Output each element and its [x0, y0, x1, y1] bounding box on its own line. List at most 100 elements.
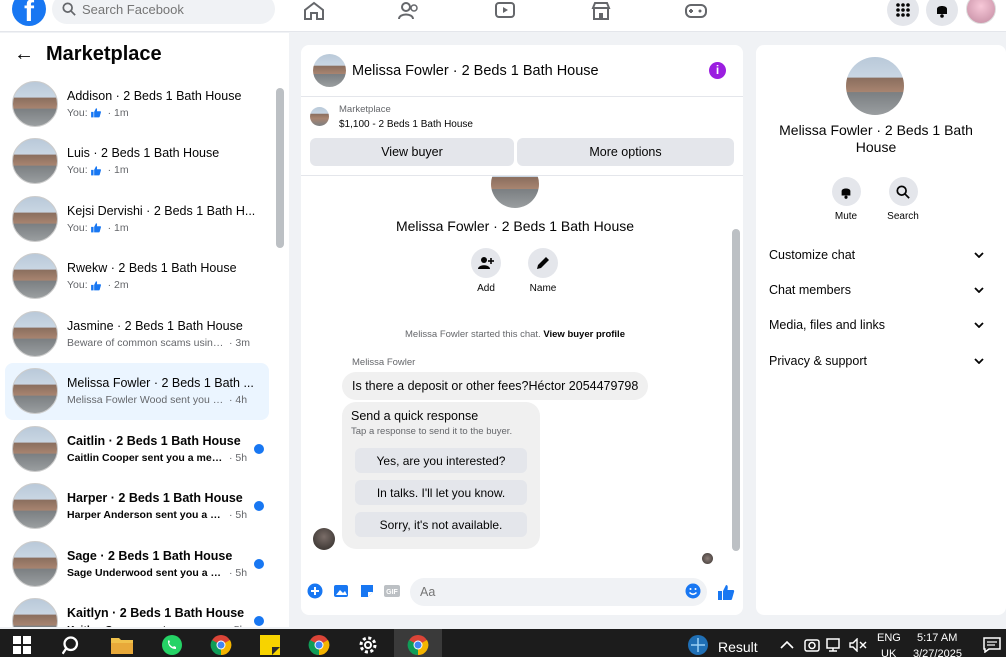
- message-time: · 5h: [229, 451, 248, 464]
- conversation-preview: Beware of common scams using ... · 3m: [67, 337, 257, 349]
- conversation-item[interactable]: Sage · 2 Beds 1 Bath House Sage Underwood…: [5, 535, 269, 593]
- mute-button[interactable]: Mute: [821, 177, 871, 222]
- facebook-logo[interactable]: f: [12, 0, 46, 28]
- privacy-support-row[interactable]: Privacy & support: [769, 351, 984, 371]
- file-explorer-icon[interactable]: [110, 633, 134, 657]
- search-input[interactable]: [82, 1, 262, 17]
- view-buyer-button[interactable]: View buyer: [310, 138, 514, 166]
- conversation-item[interactable]: Rwekw · 2 Beds 1 Bath House You: · 2m: [5, 248, 269, 306]
- plus-circle-icon[interactable]: [307, 583, 323, 599]
- chat-header-avatar[interactable]: [313, 54, 346, 87]
- message-prefix: You:: [67, 164, 88, 177]
- marketplace-header: ← Marketplace: [14, 43, 162, 66]
- conversation-preview: Sage Underwood sent you a m... · 5h: [67, 567, 257, 579]
- message-prefix: You:: [67, 106, 88, 119]
- windows-start-icon[interactable]: [10, 633, 34, 657]
- conversation-item[interactable]: Kejsi Dervishi · 2 Beds 1 Bath H... You: ·…: [5, 190, 269, 248]
- photo-icon[interactable]: [333, 583, 349, 599]
- more-options-button[interactable]: More options: [517, 138, 734, 166]
- message-snippet: Caitlin Cooper sent you a mess...: [67, 451, 225, 464]
- account-avatar[interactable]: [966, 0, 996, 24]
- sidebar-scrollbar[interactable]: [276, 88, 284, 627]
- watch-icon[interactable]: [493, 0, 517, 22]
- like-thumb-icon[interactable]: [717, 583, 735, 601]
- add-button[interactable]: Add: [456, 248, 516, 294]
- media-files-links-row[interactable]: Media, files and links: [769, 315, 984, 335]
- name-button[interactable]: Name: [513, 248, 573, 294]
- search-chat-button[interactable]: Search: [878, 177, 928, 222]
- buyer-avatar: [491, 176, 539, 208]
- chrome-profile-icon[interactable]: [307, 633, 331, 657]
- conversation-title: Melissa Fowler · 2 Beds 1 Bath House: [395, 218, 635, 234]
- emoji-icon[interactable]: [685, 583, 701, 599]
- message-input[interactable]: [410, 578, 707, 606]
- conversation-item[interactable]: Caitlin · 2 Beds 1 Bath House Caitlin Coo…: [5, 420, 269, 478]
- taskbar-search-icon[interactable]: [60, 633, 84, 657]
- friends-icon[interactable]: [397, 0, 421, 22]
- notifications-bell-icon[interactable]: [926, 0, 958, 26]
- back-arrow-icon[interactable]: ←: [14, 43, 34, 66]
- listing-thumbnail: [310, 107, 329, 126]
- gif-icon[interactable]: GIF: [384, 583, 400, 599]
- chat-members-row[interactable]: Chat members: [769, 280, 984, 300]
- conversation-preview: Caitlin Cooper sent you a mess... · 5h: [67, 452, 257, 464]
- home-icon[interactable]: [302, 0, 326, 22]
- view-buyer-profile-link[interactable]: View buyer profile: [543, 329, 625, 340]
- message-time: · 2m: [107, 279, 129, 292]
- incoming-message-bubble[interactable]: Is there a deposit or other fees?Héctor …: [342, 372, 649, 400]
- conversation-item[interactable]: Jasmine · 2 Beds 1 Bath House Beware of c…: [5, 305, 269, 363]
- conversation-item[interactable]: Kaitlyn · 2 Beds 1 Bath House Kaitlyn Con…: [5, 593, 269, 627]
- clock-date[interactable]: 3/27/2025: [913, 648, 962, 657]
- info-icon[interactable]: i: [709, 62, 726, 79]
- quick-reply-not-available[interactable]: Sorry, it's not available.: [355, 512, 527, 537]
- quick-reply-in-talks[interactable]: In talks. I'll let you know.: [355, 480, 527, 505]
- clock-time[interactable]: 5:17 AM: [917, 632, 957, 644]
- details-avatar: [846, 57, 904, 115]
- camera-icon[interactable]: [800, 633, 824, 657]
- conversation-item[interactable]: Harper · 2 Beds 1 Bath House Harper Ander…: [5, 478, 269, 536]
- conversation-preview: Harper Anderson sent you a m... · 5h: [67, 509, 257, 521]
- conversation-name: Kaitlyn · 2 Beds 1 Bath House: [67, 606, 245, 621]
- search-facebook-box[interactable]: [52, 0, 275, 24]
- listing-avatar: [12, 253, 58, 300]
- speaker-muted-icon[interactable]: [846, 633, 870, 657]
- whatsapp-icon[interactable]: [160, 633, 184, 657]
- chevron-down-icon: [974, 322, 984, 328]
- message-snippet: Kaitlyn Conner sent you a me...: [67, 624, 223, 627]
- widget-label[interactable]: Result: [718, 639, 758, 655]
- mute-label: Mute: [834, 211, 858, 222]
- conversation-name: Addison · 2 Beds 1 Bath House: [67, 88, 242, 103]
- notification-center-icon[interactable]: [980, 633, 1004, 657]
- language-bottom[interactable]: UK: [881, 648, 896, 657]
- top-navigation-bar: f: [0, 0, 1006, 32]
- language-top[interactable]: ENG: [877, 632, 901, 644]
- page-title: Marketplace: [46, 43, 162, 65]
- listing-price-title[interactable]: $1,100 - 2 Beds 1 Bath House: [339, 119, 473, 130]
- quick-response-card: Send a quick response Tap a response to …: [342, 402, 540, 549]
- conversation-item[interactable]: Melissa Fowler · 2 Beds 1 Bath ... Meliss…: [5, 362, 269, 420]
- customize-chat-row[interactable]: Customize chat: [769, 245, 984, 265]
- conversation-item[interactable]: Addison · 2 Beds 1 Bath House You: · 1m: [5, 75, 269, 133]
- listing-avatar: [12, 195, 58, 242]
- like-thumb-icon: [90, 280, 101, 291]
- conversation-name: Sage · 2 Beds 1 Bath House: [67, 548, 233, 563]
- sticky-notes-icon[interactable]: [258, 633, 282, 657]
- conversation-item[interactable]: Luis · 2 Beds 1 Bath House You: · 1m: [5, 133, 269, 191]
- chevron-up-icon[interactable]: [775, 633, 799, 657]
- menu-grid-icon[interactable]: [887, 0, 919, 26]
- marketplace-icon[interactable]: [589, 0, 613, 22]
- chrome-icon[interactable]: [209, 633, 233, 657]
- section-label: Chat members: [769, 283, 851, 297]
- message-snippet: Beware of common scams using ...: [67, 336, 225, 349]
- section-label: Media, files and links: [769, 318, 886, 332]
- network-icon[interactable]: [823, 633, 847, 657]
- chat-scrollbar[interactable]: [732, 182, 740, 567]
- quick-reply-yes[interactable]: Yes, are you interested?: [355, 448, 527, 473]
- message-composer: GIF: [301, 573, 743, 613]
- gaming-icon[interactable]: [684, 0, 708, 22]
- chrome-active-icon[interactable]: [406, 633, 430, 657]
- settings-gear-icon[interactable]: [356, 633, 380, 657]
- sticker-icon[interactable]: [359, 583, 375, 599]
- cricket-weather-icon[interactable]: [686, 633, 710, 657]
- listing-avatar: [12, 310, 58, 357]
